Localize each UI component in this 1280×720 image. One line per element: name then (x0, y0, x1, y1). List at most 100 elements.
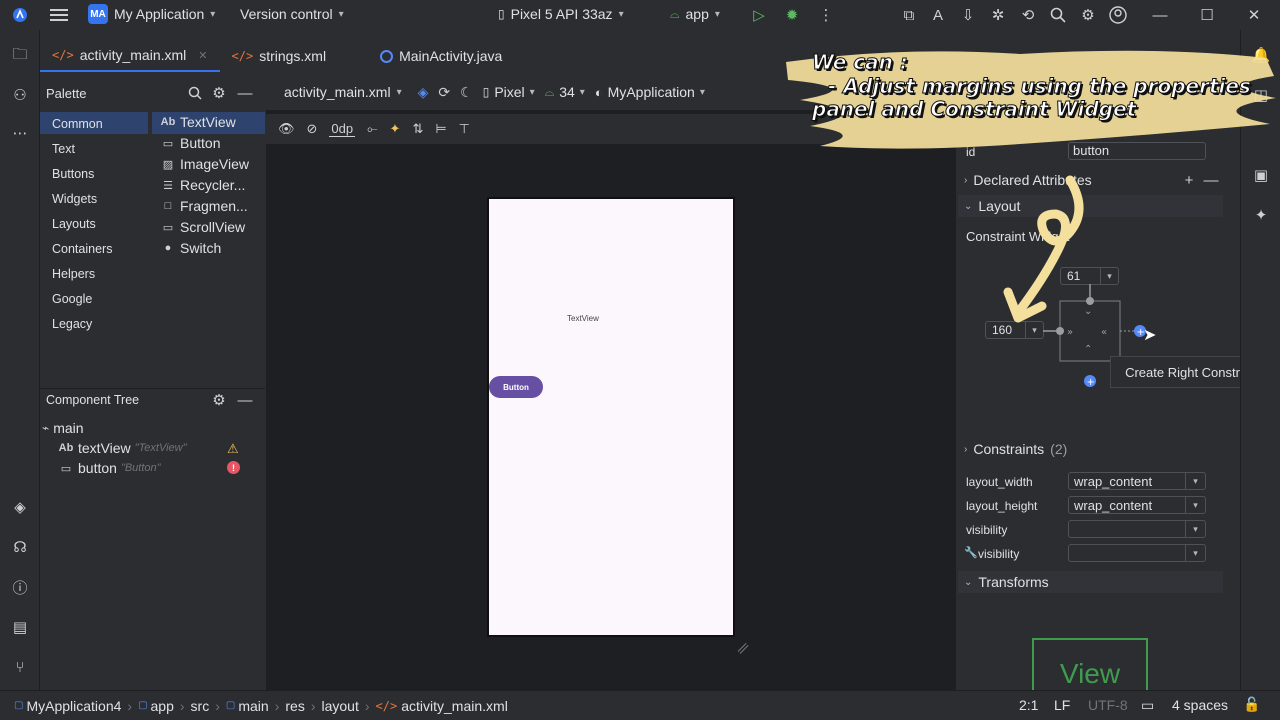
palette-item-scrollview[interactable]: ▭ ScrollView (160, 219, 245, 235)
indent-setting[interactable]: 4 spaces (1172, 697, 1228, 713)
palette-category-helpers[interactable]: Helpers (52, 267, 95, 281)
terminal-icon[interactable]: ▤ (9, 616, 31, 638)
tools-visibility-select[interactable]: ▾ (1068, 544, 1206, 562)
palette-category-buttons[interactable]: Buttons (52, 167, 94, 181)
read-only-icon[interactable]: ▭ (1141, 697, 1154, 714)
palette-category-text[interactable]: Text (52, 142, 75, 156)
palette-category-common[interactable]: Common (52, 117, 103, 131)
breadcrumb-main[interactable]: main (238, 698, 268, 714)
align-icon[interactable]: ⊨ (435, 121, 446, 137)
guidelines-icon[interactable]: ⊤ (459, 121, 470, 137)
palette-category-widgets[interactable]: Widgets (52, 192, 97, 206)
more-tools-icon[interactable]: ⋯ (9, 122, 31, 144)
palette-item-switch[interactable]: ● Switch (160, 240, 222, 256)
line-separator[interactable]: LF (1054, 697, 1070, 713)
palette-category-google[interactable]: Google (52, 292, 92, 306)
tree-node-textview[interactable]: Ab textView "TextView" (58, 440, 187, 456)
palette-category-containers[interactable]: Containers (52, 242, 112, 256)
search-icon[interactable] (184, 82, 206, 104)
run-icon[interactable]: ▷ (748, 4, 770, 26)
design-mode-icon[interactable]: ◈ (418, 84, 429, 101)
tab-main-activity[interactable]: MainActivity.java (368, 40, 514, 72)
layout-preview-canvas[interactable]: TextView Button (487, 197, 735, 637)
pack-icon[interactable]: ⇅ (412, 121, 423, 137)
hide-panel-icon[interactable]: — (234, 82, 256, 104)
night-mode-icon[interactable]: ☾ (460, 84, 473, 101)
minimize-icon[interactable]: — (1149, 4, 1171, 26)
layout-height-select[interactable]: wrap_content ▾ (1068, 496, 1206, 514)
breadcrumb-file[interactable]: activity_main.xml (401, 698, 508, 714)
palette-item-fragment[interactable]: □ Fragmen... (160, 198, 248, 214)
vcs-selector[interactable]: Version control ▾ (240, 6, 344, 22)
breadcrumb-layout[interactable]: layout (322, 698, 359, 714)
ai-assistant-icon[interactable]: ✦ (1250, 204, 1272, 226)
infer-constraints-icon[interactable]: ✦ (390, 121, 401, 137)
main-menu-icon[interactable] (48, 4, 70, 26)
default-margin-selector[interactable]: 0dp (329, 121, 356, 137)
close-icon[interactable]: ✕ (1243, 4, 1265, 26)
transforms-section[interactable]: ⌄ Transforms (964, 574, 1049, 590)
layout-file-selector[interactable]: activity_main.xml ▾ (284, 84, 402, 100)
device-dropdown[interactable]: ▯ Pixel ▾ (483, 84, 535, 100)
palette-item-imageview[interactable]: ▨ ImageView (160, 156, 249, 172)
tab-strings[interactable]: </> strings.xml (220, 40, 339, 72)
run-config-selector[interactable]: ⌓ app ▾ (670, 6, 720, 22)
settings-gear-icon[interactable]: ⚙ (208, 82, 230, 104)
palette-item-button[interactable]: ▭ Button (160, 135, 221, 151)
autoconnect-icon[interactable]: ⊘ (307, 121, 318, 137)
sync-icon[interactable]: ⟲ (1017, 4, 1039, 26)
breadcrumb-project[interactable]: MyApplication4 (26, 698, 121, 714)
problems-icon[interactable]: ⓘ (9, 576, 31, 598)
close-icon[interactable]: ✕ (198, 49, 207, 62)
lock-icon[interactable]: 🔓 (1243, 696, 1260, 713)
sdk-manager-icon[interactable]: ⇩ (957, 4, 979, 26)
palette-category-legacy[interactable]: Legacy (52, 317, 92, 331)
tree-node-button[interactable]: ▭ button "Button" (58, 460, 161, 476)
gemini-icon[interactable]: ◈ (9, 496, 31, 518)
project-folder-icon[interactable]: 🗀 (9, 45, 31, 67)
project-selector[interactable]: MA My Application ▾ (88, 4, 215, 24)
settings-gear-icon[interactable]: ⚙ (208, 389, 230, 411)
palette-item-textview[interactable]: Ab TextView (160, 114, 236, 130)
error-icon[interactable]: ! (227, 461, 240, 474)
view-options-eye-icon[interactable]: 👁 (278, 121, 295, 137)
breadcrumb-src[interactable]: src (191, 698, 210, 714)
resource-manager-icon[interactable]: ⚇ (9, 84, 31, 106)
maximize-icon[interactable]: ☐ (1196, 4, 1218, 26)
device-selector[interactable]: ▯ Pixel 5 API 33az ▾ (498, 6, 624, 22)
api-dropdown[interactable]: ⌓ 34 ▾ (545, 84, 585, 100)
debug-icon[interactable]: ✹ (781, 4, 803, 26)
remove-attribute-icon[interactable]: — (1200, 169, 1222, 191)
search-icon[interactable] (1047, 4, 1069, 26)
tab-activity-main[interactable]: </> activity_main.xml ✕ (40, 40, 220, 72)
clear-constraints-icon[interactable]: ⟜ (367, 121, 377, 137)
theme-dropdown[interactable]: ◐ MyApplication ▾ (595, 84, 705, 100)
version-control-icon[interactable]: ⑂ (9, 656, 31, 678)
device-manager-icon[interactable]: ⧉ (898, 4, 920, 26)
translate-icon[interactable]: A (927, 4, 949, 26)
file-encoding[interactable]: UTF-8 (1088, 697, 1128, 713)
hide-panel-icon[interactable]: — (234, 389, 256, 411)
android-studio-logo-icon[interactable] (9, 4, 31, 26)
visibility-select[interactable]: ▾ (1068, 520, 1206, 538)
logcat-icon[interactable]: ☊ (9, 536, 31, 558)
preview-button[interactable]: Button (489, 376, 543, 398)
layout-width-select[interactable]: wrap_content ▾ (1068, 472, 1206, 490)
orientation-icon[interactable]: ⟳ (438, 84, 450, 101)
breadcrumb-res[interactable]: res (285, 698, 304, 714)
resize-handle-icon[interactable]: ═ (733, 639, 754, 660)
running-devices-icon[interactable]: ▣ (1250, 164, 1272, 186)
palette-category-layouts[interactable]: Layouts (52, 217, 96, 231)
tree-node-main[interactable]: ⌁ main (42, 420, 84, 436)
warning-icon[interactable]: ⚠ (227, 441, 239, 457)
add-attribute-icon[interactable]: + (1178, 169, 1200, 191)
account-icon[interactable] (1107, 4, 1129, 26)
palette-item-recyclerview[interactable]: ☰ Recycler... (160, 177, 245, 193)
more-actions-icon[interactable]: ⋮ (815, 4, 837, 26)
constraints-section[interactable]: › Constraints (2) (964, 441, 1067, 457)
breadcrumb-app[interactable]: app (151, 698, 174, 714)
settings-gear-icon[interactable]: ⚙ (1077, 4, 1099, 26)
plugin-icon[interactable]: ✲ (987, 4, 1009, 26)
cursor-position[interactable]: 2:1 (1019, 697, 1038, 713)
preview-textview[interactable]: TextView (567, 314, 599, 323)
